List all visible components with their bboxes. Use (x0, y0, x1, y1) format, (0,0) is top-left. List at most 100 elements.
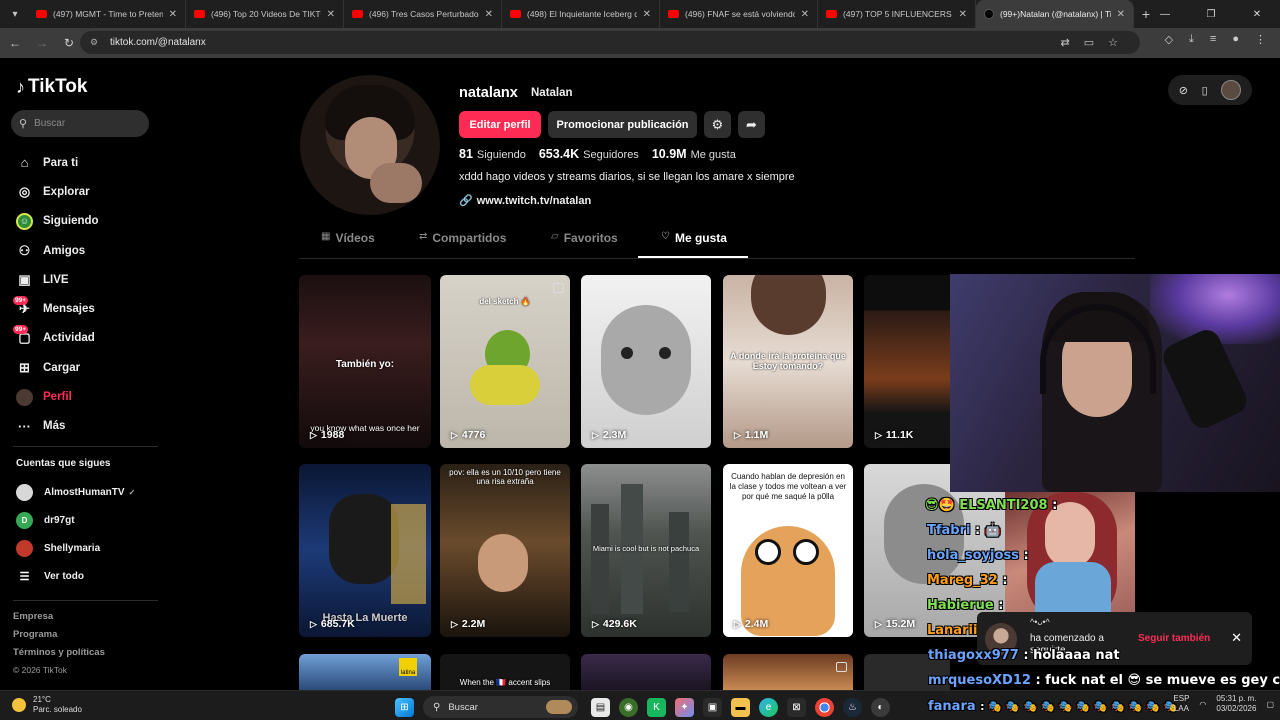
tab-search-menu-icon[interactable]: ▾ (2, 4, 28, 24)
footer-link[interactable]: Programa (13, 629, 105, 647)
app-icon[interactable]: ⊠ (787, 697, 806, 717)
app-icon[interactable]: K (647, 697, 666, 717)
close-tab-icon[interactable]: ✕ (959, 9, 967, 20)
browser-tab-active[interactable]: (99+)Natalan (@natalanx) | Tik ✕ (976, 0, 1134, 28)
minimize-icon[interactable]: — (1142, 0, 1188, 28)
video-tile[interactable]: latina (299, 654, 431, 690)
store-icon[interactable]: ▣ (703, 697, 722, 717)
chrome-icon[interactable] (815, 697, 834, 717)
close-tab-icon[interactable]: ✕ (801, 9, 809, 20)
back-icon[interactable]: ← (3, 31, 27, 55)
menu-item-actividad[interactable]: ▢ 99+ Actividad (13, 324, 99, 353)
video-tile[interactable]: Cuando hablan de depresión en la clase y… (723, 464, 853, 637)
reload-icon[interactable]: ↻ (57, 31, 81, 55)
language-indicator[interactable]: ESP LAA (1173, 694, 1189, 714)
tab-favoritos[interactable]: ▱ Favoritos (551, 231, 618, 259)
edit-profile-button[interactable]: Editar perfil (459, 111, 541, 138)
browser-tab[interactable]: (498) El Inquietante Iceberg de ✕ (502, 0, 660, 28)
close-icon[interactable]: ✕ (1231, 630, 1242, 646)
steam-icon[interactable]: ♨ (843, 697, 862, 717)
close-tab-icon[interactable]: ✕ (485, 9, 493, 20)
tab-compartidos[interactable]: ⇄ Compartidos (419, 231, 506, 259)
video-tile[interactable]: Miami is cool but is not pachuca ▷ 429.6K (581, 464, 711, 637)
browser-tab[interactable]: (496) FNAF se está volviendo R ✕ (660, 0, 818, 28)
close-tab-icon[interactable]: ✕ (169, 9, 177, 20)
app-icon[interactable]: ◉ (619, 697, 638, 717)
close-tab-icon[interactable]: ✕ (327, 9, 335, 20)
windows-start-icon[interactable]: ⊞ (395, 697, 414, 717)
close-tab-icon[interactable]: ✕ (1117, 9, 1125, 20)
clock[interactable]: 05:31 p. m. 03/02/2026 (1216, 694, 1256, 714)
address-bar[interactable]: ⚙ tiktok.com/@natalanx (80, 31, 1140, 54)
menu-item-amigos[interactable]: ⚇ Amigos (16, 236, 99, 265)
video-tile[interactable]: When the 🇫🇷 accent slips (440, 654, 570, 690)
menu-item-siguiendo[interactable]: ☺ Siguiendo (16, 207, 99, 236)
menu-item-perfil[interactable]: Perfil (16, 382, 99, 411)
bookmark-star-icon[interactable]: ☆ (1108, 36, 1118, 49)
tab-me-gusta[interactable]: ♡ Me gusta (661, 231, 727, 259)
wifi-icon[interactable]: ◠ (1199, 700, 1206, 709)
profile-avatar[interactable] (300, 75, 440, 215)
browser-menu-icon[interactable]: ⋮ (1255, 33, 1266, 46)
app-icon[interactable]: ◐ (871, 697, 890, 717)
video-tile[interactable] (723, 654, 853, 690)
edge-icon[interactable]: e (759, 697, 778, 717)
follow-back-button[interactable]: Seguir también (1138, 633, 1210, 644)
footer-link[interactable]: Empresa (13, 611, 105, 629)
video-tile[interactable]: A donde irá la proteina que Estoy tomand… (723, 275, 853, 448)
browser-tab[interactable]: (497) TOP 5 INFLUENCERS QUE ✕ (818, 0, 976, 28)
task-view-icon[interactable]: ▤ (591, 697, 610, 717)
taskbar-search[interactable]: ⚲ Buscar (423, 696, 578, 718)
video-tile[interactable]: pov: ella es un 10/10 pero tiene una ris… (440, 464, 570, 637)
tiktok-logo[interactable]: ♪ TikTok (16, 76, 87, 98)
play-icon: ▷ (310, 429, 317, 440)
browser-tab[interactable]: (496) Tres Casos Perturbadores ✕ (344, 0, 502, 28)
video-tile[interactable]: Hasta La Muerte ▷ 685.7K (299, 464, 431, 637)
menu-item-explorar[interactable]: ◎ Explorar (16, 177, 99, 206)
browser-tab[interactable]: (496) Top 20 Videos De TIKTOK ✕ (186, 0, 344, 28)
followers-count[interactable]: 653.4K Seguidores (539, 147, 639, 161)
device-icon[interactable]: ▯ (1202, 84, 1208, 97)
close-tab-icon[interactable]: ✕ (643, 9, 651, 20)
weather-widget[interactable]: 21°C Parc. soleado (12, 695, 82, 715)
site-info-icon[interactable]: ⚙ (90, 37, 102, 49)
see-all-link[interactable]: ☰ Ver todo (16, 562, 135, 590)
menu-item-live[interactable]: ▣ LIVE (16, 265, 99, 294)
following-item[interactable]: Ddr97gt (16, 506, 135, 534)
menu-item-para-ti[interactable]: ⌂ Para ti (16, 148, 99, 177)
menu-item-mensajes[interactable]: ✈ 99+ Mensajes (13, 294, 99, 323)
copilot-icon[interactable]: ✦ (675, 697, 694, 717)
profile-link[interactable]: 🔗 www.twitch.tv/natalan (459, 194, 591, 207)
menu-item-cargar[interactable]: ⊞ Cargar (16, 353, 99, 382)
extensions-icon[interactable]: ◇ (1165, 33, 1173, 46)
tab-videos[interactable]: ▦ Vídeos (321, 231, 375, 259)
share-icon[interactable]: ➦ (738, 111, 765, 138)
close-window-icon[interactable]: ✕ (1234, 0, 1280, 28)
forward-icon[interactable]: → (30, 31, 54, 55)
menu-item-mas[interactable]: ··· Más (16, 412, 99, 441)
notifications-icon[interactable]: ▢ (1266, 700, 1274, 709)
following-count[interactable]: 81 Siguiendo (459, 147, 526, 161)
settings-gear-icon[interactable]: ⚙ (704, 111, 731, 138)
video-tile[interactable]: ▷ 11.1K (864, 275, 950, 448)
video-tile[interactable]: También yo: you know what was once her ▷… (299, 275, 431, 448)
profile-avatar-icon[interactable]: ● (1232, 33, 1239, 46)
footer-link[interactable]: Términos y políticas (13, 647, 105, 665)
search-input[interactable]: ⚲ Buscar (11, 110, 149, 137)
video-caption: Miami is cool but is not pachuca (592, 544, 700, 553)
maximize-icon[interactable]: ❐ (1188, 0, 1234, 28)
download-icon[interactable]: ⤓ (1189, 33, 1194, 46)
translate-icon[interactable]: ⇄ (1061, 36, 1070, 49)
promote-post-button[interactable]: Promocionar publicación (548, 111, 697, 138)
video-tile[interactable]: del sketch 🔥 ▷ 4776 (440, 275, 570, 448)
browser-tab[interactable]: (497) MGMT - Time to Pretend ✕ (28, 0, 186, 28)
video-tile[interactable]: ▷ 2.3M (581, 275, 711, 448)
user-avatar[interactable] (1221, 80, 1242, 100)
file-explorer-icon[interactable]: ▬ (731, 697, 750, 717)
following-item[interactable]: Shellymaria (16, 534, 135, 562)
cast-icon[interactable]: ▭ (1084, 36, 1094, 49)
video-tile[interactable] (581, 654, 711, 690)
coins-icon[interactable]: ⊘ (1179, 84, 1188, 97)
media-icon[interactable]: ≡ (1210, 33, 1216, 46)
following-item[interactable]: AlmostHumanTV ✓ (16, 478, 135, 506)
